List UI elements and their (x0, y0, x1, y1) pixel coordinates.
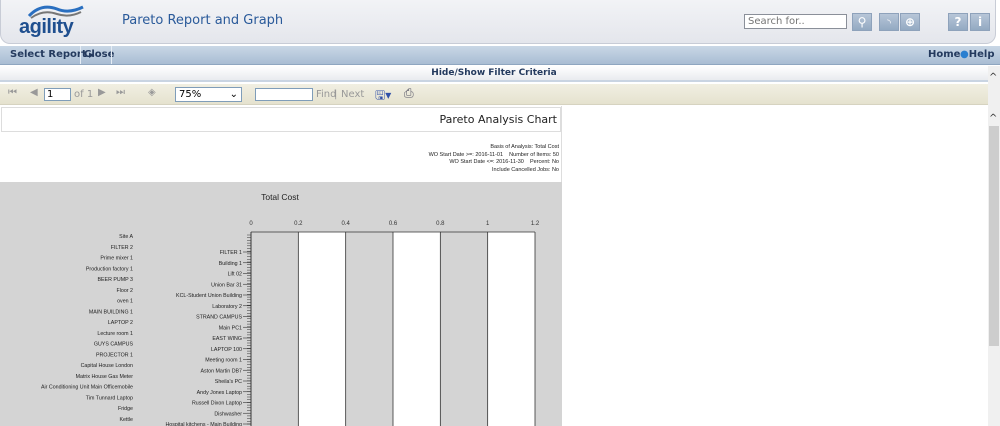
pareto-chart: Total Cost 0 0.2 0.4 0.6 0.8 1 1.2 Site A FILTER … (0, 182, 562, 426)
search-icon: ⚲ (857, 15, 867, 29)
grid-stripe (487, 232, 535, 426)
page-count: of 1 (74, 89, 94, 100)
y-category-label: oven 1 (117, 299, 133, 305)
y-category-label: LAPTOP 2 (108, 320, 133, 326)
x-tick-label: 0.4 (341, 221, 350, 227)
help-icon: ? (954, 15, 962, 29)
info-icon: i (977, 15, 983, 29)
search-button[interactable]: ⚲ (852, 13, 872, 31)
y-category-label: Lift 02 (228, 272, 242, 278)
export-save-icon[interactable]: 🖫▾ (375, 86, 391, 107)
y-category-label: MAIN BUILDING 1 (89, 309, 133, 315)
previous-page-icon[interactable]: ◀ (30, 87, 38, 98)
y-category-label: STRAND CAMPUS (196, 315, 242, 321)
scroll-up-icon[interactable]: ^ (989, 72, 997, 83)
select-report-menu[interactable]: Select Report ▶ (10, 49, 94, 60)
y-category-label: Building 1 (219, 261, 242, 267)
last-page-icon[interactable]: ⏭ (116, 87, 125, 98)
y-category-label: Prime mixer 1 (100, 256, 133, 262)
info-line: Include Cancelled Jobs: No (492, 166, 559, 173)
x-tick-label: 0.2 (294, 221, 303, 227)
y-category-label: FILTER 1 (220, 250, 242, 256)
chart-title: Total Cost (261, 192, 299, 202)
divider (80, 46, 81, 64)
rss-button[interactable]: ◝ (879, 13, 899, 31)
y-category-label: Meeting room 1 (205, 358, 242, 364)
search-input[interactable] (744, 14, 847, 29)
y-category-label: FILTER 2 (111, 245, 133, 251)
scrollbar-thumb[interactable] (989, 126, 999, 346)
y-category-label: Site A (119, 234, 133, 240)
scroll-up-icon[interactable]: ^ (989, 113, 997, 124)
y-category-label: Main PC1 (219, 325, 242, 331)
info-line: Basis of Analysis: Total Cost (490, 144, 559, 150)
app-header: agility Pareto Report and Graph ⚲ ◝ ⊕ ? … (0, 0, 996, 44)
y-category-label: Tim Tunnard Laptop (86, 395, 133, 401)
next-page-icon[interactable]: ▶ (98, 87, 106, 98)
y-category-label: Capital House London (81, 363, 133, 369)
y-category-label: Union Bar 31 (211, 282, 242, 288)
help-circle-icon: ● (960, 49, 969, 60)
y-category-label: Andy Jones Laptop (197, 390, 242, 396)
globe-icon: ⊕ (904, 15, 916, 29)
info-line: WO Start Date <=: 2016-11-30 Percent: No (449, 159, 559, 165)
first-page-icon[interactable]: ⏮ (8, 87, 17, 98)
vertical-scrollbar[interactable]: ^ ^ (988, 66, 1000, 426)
find-input[interactable] (255, 88, 313, 101)
info-line: WO Start Date >=: 2016-11-01 Number of I… (428, 151, 559, 158)
x-tick-label: 1 (486, 221, 490, 227)
y-category-label: Hospital kitchens - Main Building (165, 422, 242, 426)
y-category-label: LAPTOP 100 (211, 347, 242, 353)
grid-stripe (393, 232, 441, 426)
home-link[interactable]: Home (928, 49, 960, 60)
nav-bar: Select Report ▶ Close Home ●Help (0, 46, 1000, 65)
page-number-input[interactable] (44, 88, 71, 101)
print-icon[interactable]: ⎙ (404, 86, 414, 101)
x-tick-label: 1.2 (531, 221, 540, 227)
grid-stripe (298, 232, 346, 426)
report-title: Pareto Analysis Chart (1, 107, 561, 132)
y-category-label: EAST WING (212, 336, 242, 342)
next-link[interactable]: Next (341, 89, 364, 100)
y-category-label: Matrix House Gas Meter (76, 374, 134, 380)
y-category-label: GUYS CAMPUS (94, 342, 134, 348)
x-tick-label: 0 (249, 221, 253, 227)
x-tick-label: 0.8 (436, 221, 445, 227)
chevron-down-icon: ⌄ (229, 89, 238, 100)
y-category-label: Dishwasher (214, 411, 242, 417)
y-category-label: Fridge (118, 406, 133, 412)
y-category-label: Kettle (119, 417, 133, 423)
y-category-label: Production factory 1 (86, 266, 133, 272)
close-link[interactable]: Close (84, 49, 114, 60)
app-title: Pareto Report and Graph (122, 13, 284, 28)
x-tick-label: 0.6 (389, 221, 398, 227)
y-category-label: Aston Martin DB7 (200, 368, 242, 374)
rss-icon: ◝ (887, 18, 891, 29)
y-category-label: Floor 2 (117, 288, 134, 294)
chart-svg: Total Cost 0 0.2 0.4 0.6 0.8 1 1.2 Site A FILTER … (41, 192, 540, 426)
y-category-label: Russell Dixon Laptop (192, 401, 242, 407)
report-toolbar: ⏮ ◀ of 1 ▶ ⏭ ◈ 75%⌄ Find | Next 🖫▾ ⎙ (0, 84, 988, 105)
y-category-label: KCL-Student Union Building (176, 293, 242, 299)
separator: | (334, 89, 338, 100)
agility-logo[interactable]: agility (19, 3, 84, 39)
y-category-label: Sheila's PC (215, 379, 242, 385)
help-link[interactable]: ●Help (960, 49, 994, 60)
filter-criteria-toggle[interactable]: Hide/Show Filter Criteria (0, 66, 988, 82)
y-category-label: BEER PUMP 3 (97, 277, 133, 283)
help-button[interactable]: ? (948, 13, 968, 31)
y-category-label: Air Conditioning Unit Main Officemobile (41, 385, 133, 391)
zoom-select[interactable]: 75% ⌄ (175, 87, 242, 102)
report-parameters: Basis of Analysis: Total Cost WO Start D… (429, 144, 559, 174)
info-button[interactable]: i (970, 13, 990, 31)
y-category-label: Lecture room 1 (97, 331, 133, 337)
globe-button[interactable]: ⊕ (900, 13, 920, 31)
divider (111, 46, 112, 64)
report-viewer: Pareto Analysis Chart Basis of Analysis:… (0, 106, 562, 426)
y-category-label: Laboratory 2 (212, 304, 242, 310)
back-icon[interactable]: ◈ (148, 87, 156, 98)
y-category-label: PROJECTOR 1 (96, 352, 133, 358)
